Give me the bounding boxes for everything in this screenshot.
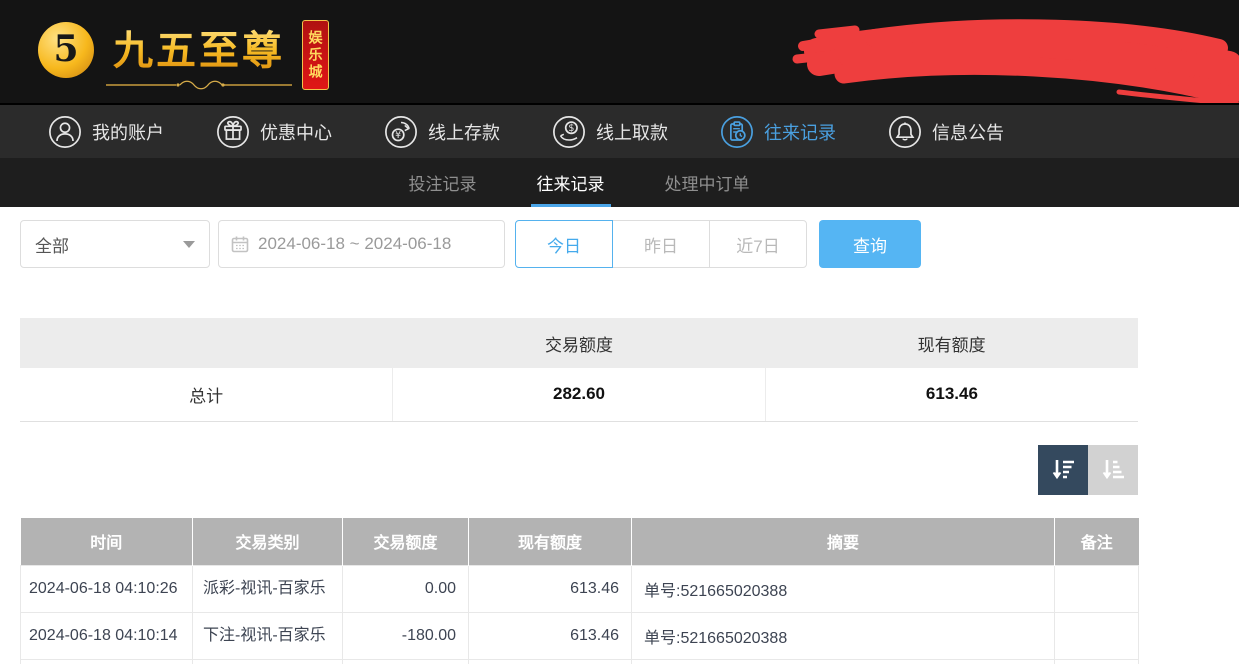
calendar-icon [231, 235, 249, 253]
top-header: 5 九五至尊 娱乐城 [0, 0, 1239, 103]
nav-label: 往来记录 [764, 119, 836, 145]
record-time: 2024-06-18 04:10:26 [21, 566, 193, 613]
bell-icon [888, 115, 922, 149]
nav-item-announcements[interactable]: 信息公告 [888, 115, 1004, 149]
record-note [1055, 613, 1139, 660]
table-row [21, 660, 1139, 664]
nav-label: 信息公告 [932, 119, 1004, 145]
tab-transaction-records[interactable]: 往来记录 [531, 158, 611, 207]
table-row: 2024-06-18 04:10:26 派彩-视讯-百家乐 0.00 613.4… [21, 566, 1139, 613]
main-nav: 我的账户 优惠中心 ¥ 线上存款 $ 线上取款 [0, 103, 1239, 158]
records-header-type: 交易类别 [193, 518, 343, 566]
record-balance: 613.46 [469, 566, 632, 613]
summary-total-balance: 613.46 [765, 368, 1138, 421]
summary-header-row: 交易额度 现有额度 [20, 318, 1138, 368]
tab-bet-records[interactable]: 投注记录 [403, 158, 483, 207]
summary-table: 交易额度 现有额度 总计 282.60 613.46 [20, 318, 1138, 422]
nav-label: 线上取款 [596, 119, 668, 145]
category-select-value: 全部 [35, 232, 69, 257]
brand-name: 九五至尊 [113, 18, 285, 76]
search-button[interactable]: 查询 [819, 220, 921, 268]
svg-text:¥: ¥ [395, 130, 401, 141]
record-time: 2024-06-18 04:10:14 [21, 613, 193, 660]
record-type: 派彩-视讯-百家乐 [193, 566, 343, 613]
record-summary: 单号:521665020388 [632, 613, 1055, 660]
record-amount: -180.00 [343, 613, 469, 660]
sort-descending-icon [1048, 455, 1078, 485]
deposit-icon: ¥ [384, 115, 418, 149]
sort-descending-button[interactable] [1038, 445, 1088, 495]
record-amount: 0.00 [343, 566, 469, 613]
summary-total-transaction: 282.60 [393, 368, 766, 421]
nav-item-withdraw[interactable]: $ 线上取款 [552, 115, 668, 149]
date-range-value: 2024-06-18 ~ 2024-06-18 [258, 234, 451, 254]
record-balance: 613.46 [469, 613, 632, 660]
nav-item-promotions[interactable]: 优惠中心 [216, 115, 332, 149]
flourish-ornament [104, 78, 294, 92]
quick-range-last7days[interactable]: 近7日 [709, 220, 807, 268]
quick-range-today[interactable]: 今日 [515, 220, 613, 268]
user-icon [48, 115, 82, 149]
records-icon [720, 115, 754, 149]
chevron-down-icon [183, 241, 195, 248]
records-header-balance: 现有额度 [469, 518, 632, 566]
records-header-amount: 交易额度 [343, 518, 469, 566]
records-table: 时间 交易类别 交易额度 现有额度 摘要 备注 2024-06-18 04:10… [20, 518, 1139, 664]
summary-total-label: 总计 [20, 368, 393, 421]
logo-emblem: 5 [38, 22, 94, 78]
record-note [1055, 566, 1139, 613]
record-type: 下注-视讯-百家乐 [193, 613, 343, 660]
sort-ascending-button[interactable] [1088, 445, 1138, 495]
nav-item-transactions[interactable]: 往来记录 [720, 115, 836, 149]
sub-nav: 投注记录 往来记录 处理中订单 [0, 158, 1239, 207]
summary-total-row: 总计 282.60 613.46 [20, 368, 1138, 421]
record-summary: 单号:521665020388 [632, 566, 1055, 613]
brand-logo[interactable]: 5 九五至尊 娱乐城 [38, 18, 329, 92]
records-header-summary: 摘要 [632, 518, 1055, 566]
records-header-row: 时间 交易类别 交易额度 现有额度 摘要 备注 [21, 518, 1139, 566]
nav-label: 线上存款 [428, 119, 500, 145]
brand-badge: 娱乐城 [302, 20, 329, 90]
nav-item-deposit[interactable]: ¥ 线上存款 [384, 115, 500, 149]
redaction-scribble [789, 6, 1239, 103]
summary-header-transaction: 交易额度 [393, 318, 766, 368]
summary-header-blank [20, 318, 393, 368]
quick-range-yesterday[interactable]: 昨日 [612, 220, 710, 268]
records-header-time: 时间 [21, 518, 193, 566]
nav-label: 我的账户 [92, 119, 164, 145]
date-range-input[interactable]: 2024-06-18 ~ 2024-06-18 [218, 220, 505, 268]
svg-text:$: $ [568, 123, 574, 134]
table-row: 2024-06-18 04:10:14 下注-视讯-百家乐 -180.00 61… [21, 613, 1139, 660]
records-header-note: 备注 [1055, 518, 1139, 566]
tab-pending-orders[interactable]: 处理中订单 [659, 158, 756, 207]
category-select[interactable]: 全部 [20, 220, 210, 268]
filter-bar: 全部 2024-06-18 ~ 2024-06-18 今日 昨日 近7日 查询 [20, 220, 1138, 268]
withdraw-icon: $ [552, 115, 586, 149]
logo-emblem-number: 5 [53, 28, 78, 70]
sort-controls [20, 445, 1138, 495]
gift-icon [216, 115, 250, 149]
nav-label: 优惠中心 [260, 119, 332, 145]
summary-header-balance: 现有额度 [765, 318, 1138, 368]
quick-range-group: 今日 昨日 近7日 [515, 220, 807, 268]
nav-item-my-account[interactable]: 我的账户 [48, 115, 164, 149]
sort-ascending-icon [1098, 455, 1128, 485]
